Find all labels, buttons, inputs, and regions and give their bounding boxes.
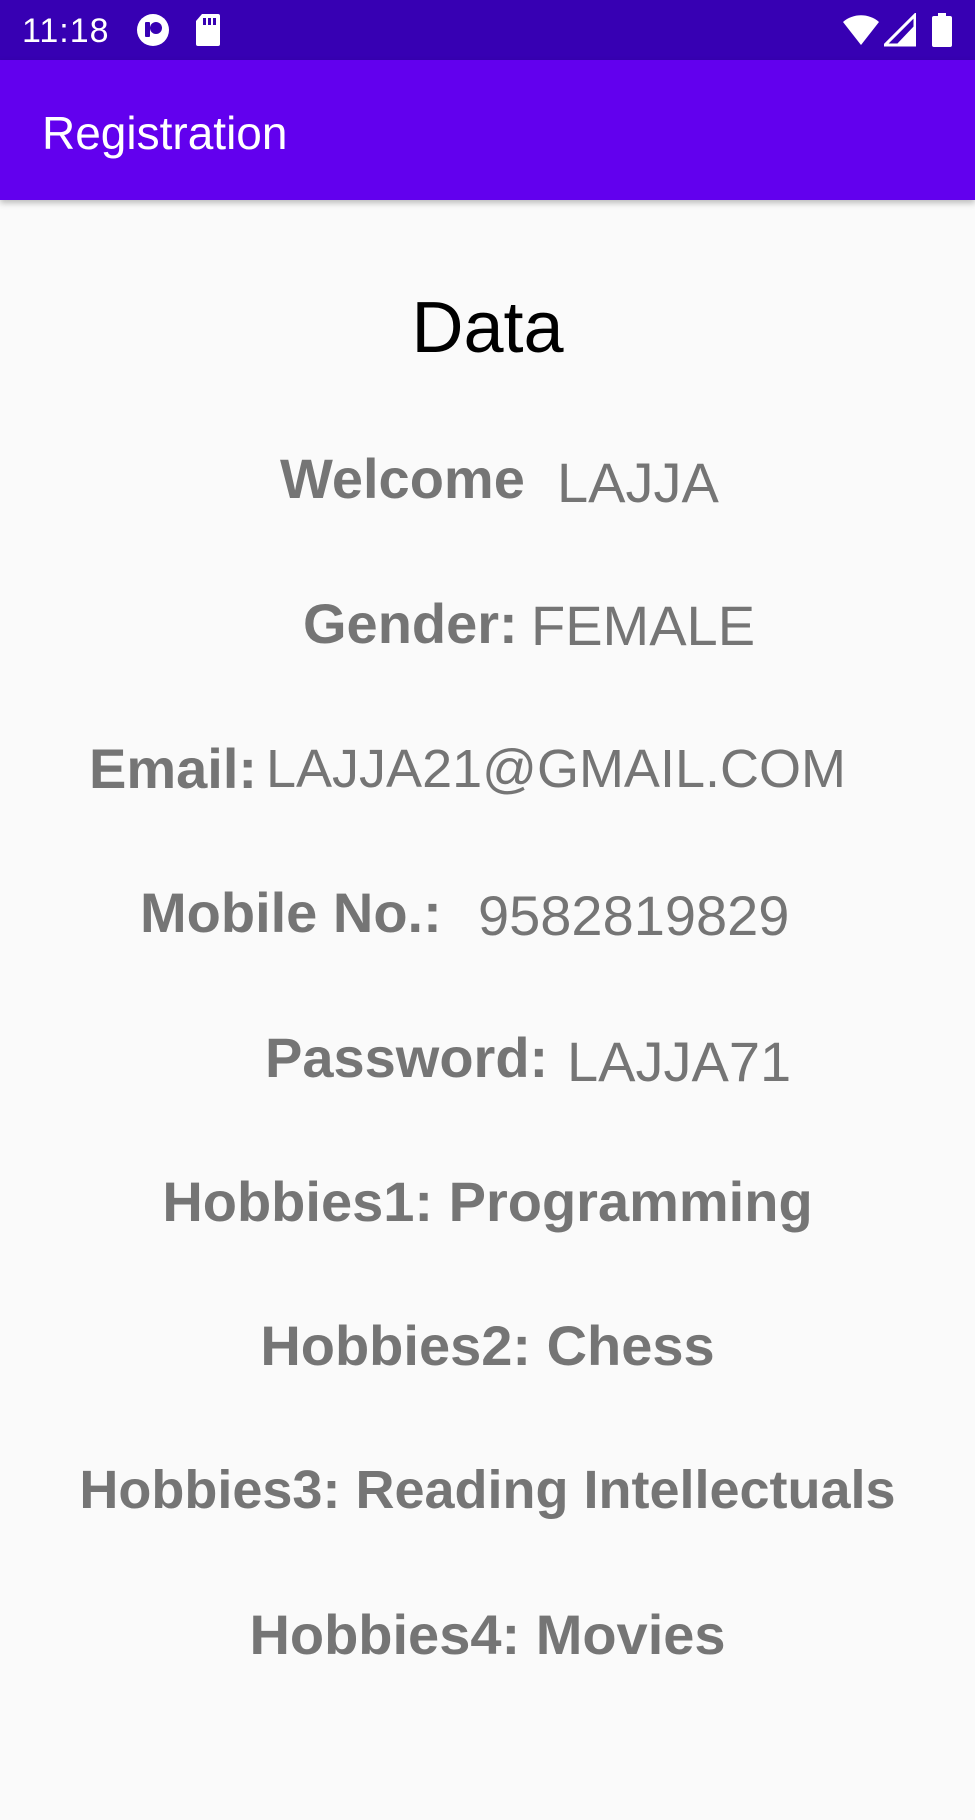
hobby-3: Hobbies3: Reading Intellectuals: [79, 1460, 896, 1520]
status-time: 11:18: [22, 12, 110, 50]
welcome-value: LAJJA: [557, 451, 719, 514]
email-label: Email:: [89, 737, 258, 800]
app-title: Registration: [42, 107, 288, 159]
sd-card-icon: [196, 14, 220, 46]
email-value: LAJJA21@GMAIL.COM: [266, 739, 846, 799]
password-label: Password:: [265, 1026, 549, 1089]
hobby-1: Hobbies1: Programming: [162, 1170, 813, 1233]
page-title: Data: [411, 288, 564, 368]
welcome-label: Welcome: [280, 447, 525, 510]
wifi-icon: [843, 15, 879, 45]
gender-label: Gender:: [303, 592, 518, 655]
signal-icon: [884, 13, 916, 47]
hobby-4: Hobbies4: Movies: [249, 1603, 726, 1666]
battery-icon: [932, 13, 952, 47]
notification-icon: [137, 14, 169, 46]
gender-value: FEMALE: [531, 594, 756, 657]
data-screen: Data Welcome LAJJA Gender: FEMALE Email:…: [0, 200, 975, 1820]
app-bar: Registration: [0, 60, 975, 200]
hobby-2: Hobbies2: Chess: [260, 1314, 715, 1377]
mobile-value: 9582819829: [478, 884, 790, 947]
mobile-label: Mobile No.:: [140, 881, 442, 944]
status-bar: 11:18: [0, 0, 975, 60]
password-value: LAJJA71: [567, 1030, 792, 1093]
